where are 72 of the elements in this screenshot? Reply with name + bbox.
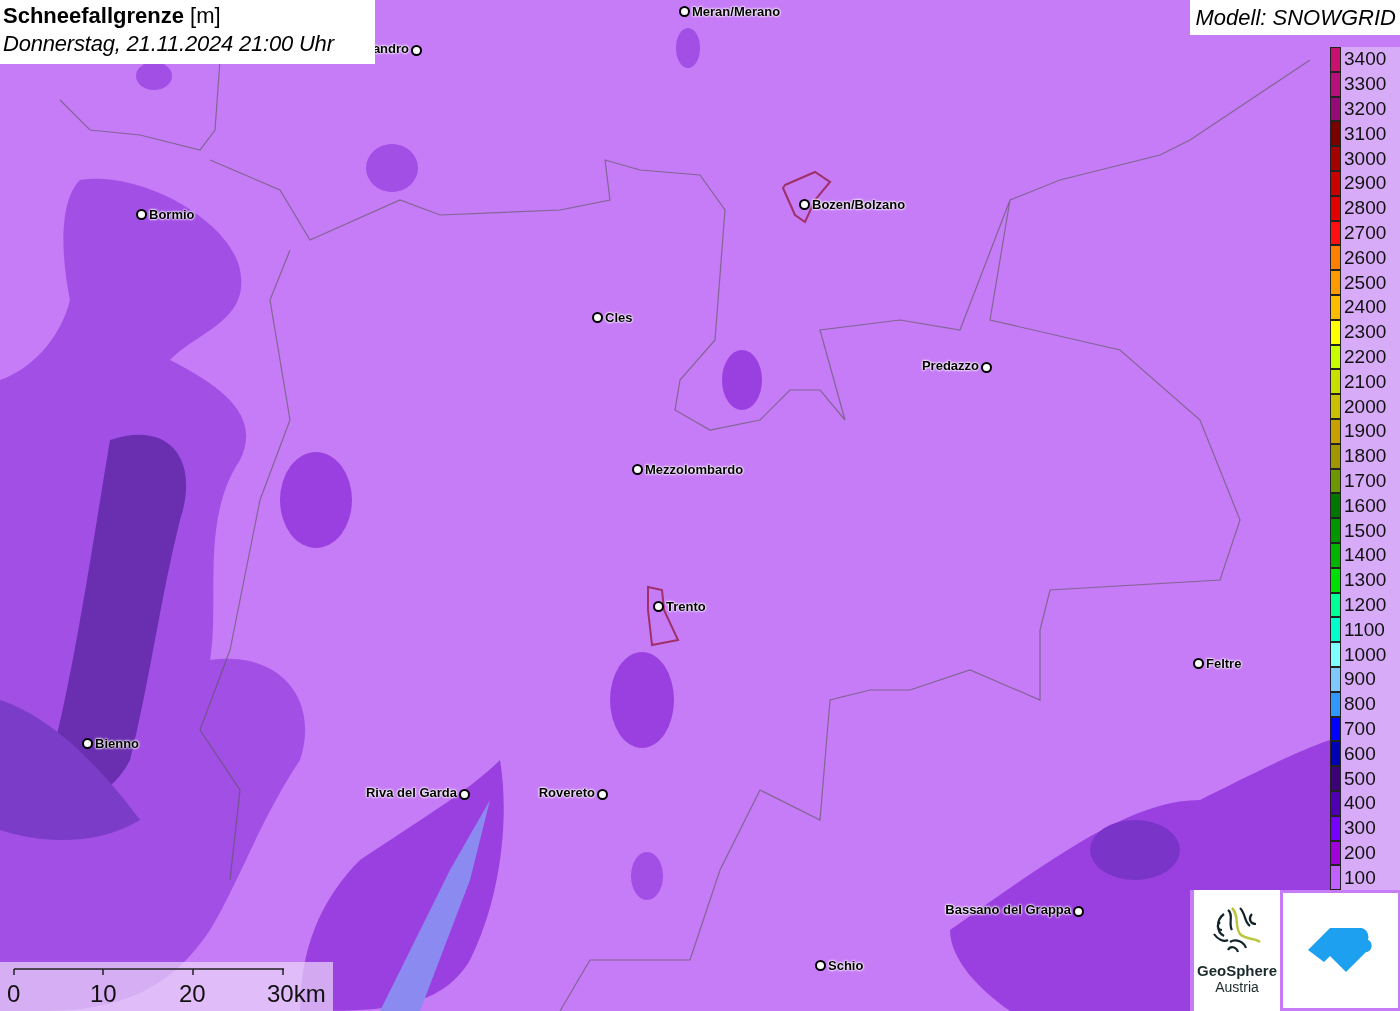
legend-label: 300 [1344, 817, 1376, 840]
legend-label: 1600 [1344, 494, 1387, 517]
forecast-datetime: Donnerstag, 21.11.2024 21:00 Uhr [3, 31, 336, 57]
legend-label: 600 [1344, 742, 1376, 765]
place-dot-icon [981, 362, 992, 373]
legend-label: 1400 [1344, 544, 1387, 567]
place-dot-icon [815, 960, 826, 971]
legend-label: 3200 [1344, 98, 1387, 120]
legend-label: 700 [1344, 717, 1376, 740]
legend-label: 1500 [1344, 519, 1387, 542]
place-dot-icon [592, 312, 603, 323]
place-dot-icon [1193, 658, 1204, 669]
legend-label: 1200 [1344, 593, 1387, 616]
legend-label: 2100 [1344, 370, 1387, 393]
legend-label: 3400 [1344, 48, 1387, 71]
legend-label: 2900 [1344, 172, 1387, 195]
place-dot-icon [799, 199, 810, 210]
place-label: Trento [666, 599, 706, 614]
place-label: Bassano del Grappa [945, 902, 1071, 917]
snow-roof-icon [1307, 927, 1374, 974]
legend-label: 3000 [1344, 147, 1387, 170]
place-label: Mezzolombardo [645, 462, 744, 477]
legend-label: 800 [1344, 693, 1376, 716]
place-dot-icon [82, 738, 93, 749]
legend-label: 2000 [1344, 395, 1387, 418]
legend-label: 2600 [1344, 246, 1387, 269]
place-label: Rovereto [538, 785, 595, 800]
place-dot-icon [653, 601, 664, 612]
place-label: Riva del Garda [365, 785, 457, 800]
legend-label: 3100 [1344, 122, 1387, 145]
legend-label: 2700 [1344, 221, 1387, 244]
legend-label: 2200 [1344, 345, 1387, 368]
place-dot-icon [679, 6, 690, 17]
legend-label: 400 [1344, 792, 1376, 815]
legend-label: 1900 [1344, 420, 1387, 443]
legend-label: 3300 [1344, 73, 1387, 96]
map-title: Schneefallgrenze [m] [3, 3, 222, 29]
legend-label: 1300 [1344, 569, 1387, 592]
place-label: Schio [828, 958, 864, 973]
place-dot-icon [1073, 906, 1084, 917]
place-dot-icon [597, 789, 608, 800]
legend-label: 100 [1344, 866, 1376, 889]
place-label: andro [372, 41, 409, 56]
legend-label: 1000 [1344, 643, 1387, 666]
scale-label: 20 [179, 980, 206, 1008]
legend-label: 1100 [1344, 618, 1385, 641]
place-label: Bozen/Bolzano [812, 197, 906, 212]
legend-label: 2300 [1344, 321, 1387, 344]
legend-label: 900 [1344, 668, 1376, 691]
legend-label: 2800 [1344, 197, 1387, 220]
legend-label: 2500 [1344, 271, 1387, 294]
scale-label: 10 [90, 980, 117, 1008]
place-label: Cles [605, 310, 633, 325]
place-dot-icon [459, 789, 470, 800]
scale-label: 0 [7, 980, 21, 1008]
legend-label: 1700 [1344, 469, 1387, 492]
legend-label: 500 [1344, 767, 1376, 790]
place-label: Bienno [95, 736, 140, 751]
place-label: Meran/Merano [692, 4, 781, 19]
place-dot-icon [411, 45, 422, 56]
place-label: Feltre [1206, 656, 1242, 671]
scale-label: 30km [267, 980, 326, 1008]
legend-label: 2400 [1344, 296, 1387, 319]
logo-country: Austria [1215, 979, 1259, 995]
place-dot-icon [632, 464, 643, 475]
legend-label: 1800 [1344, 445, 1387, 468]
model-label: Modell: SNOWGRID [1189, 0, 1400, 35]
place-label: Predazzo [921, 358, 979, 373]
place-dot-icon [136, 209, 147, 220]
place-label: Bormio [149, 207, 195, 222]
legend-label: 200 [1344, 841, 1376, 864]
logo-name: GeoSphere [1197, 962, 1277, 979]
